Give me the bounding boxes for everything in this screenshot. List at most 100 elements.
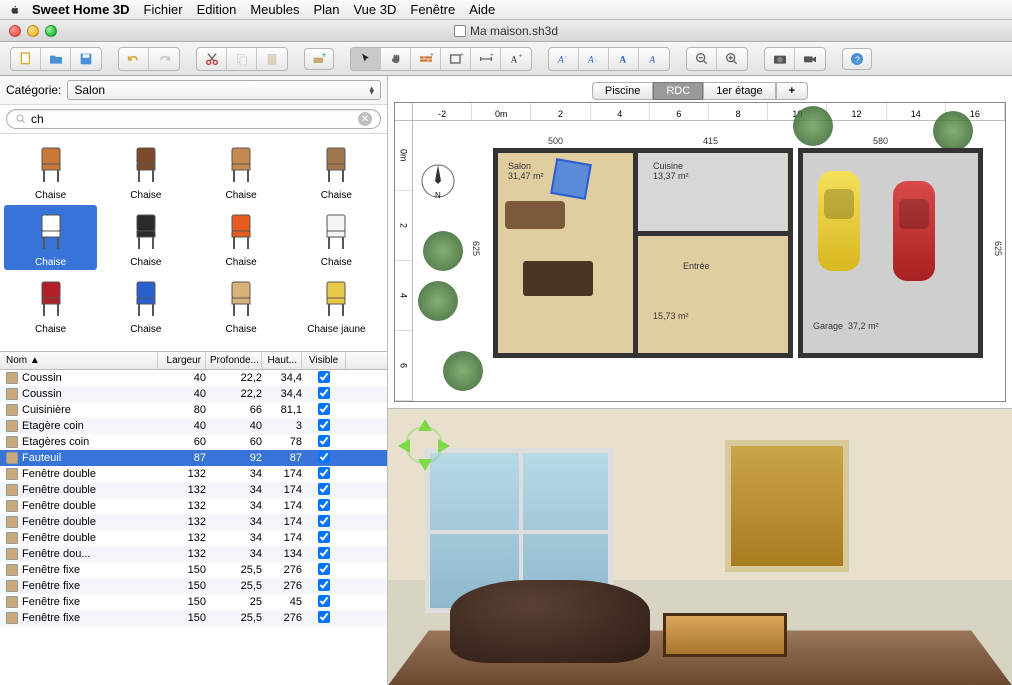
table-row[interactable]: Cuisinière 806681,1 bbox=[0, 402, 387, 418]
nav-left-icon[interactable] bbox=[398, 439, 410, 453]
zoom-in-button[interactable] bbox=[717, 48, 747, 70]
undo-button[interactable] bbox=[119, 48, 149, 70]
menu-aide[interactable]: Aide bbox=[469, 2, 495, 17]
menu-plan[interactable]: Plan bbox=[313, 2, 339, 17]
visible-checkbox[interactable] bbox=[318, 451, 330, 463]
search-input[interactable] bbox=[31, 112, 358, 126]
nav-pad[interactable] bbox=[396, 417, 452, 473]
help-button[interactable]: ? bbox=[842, 48, 872, 70]
nav-right-icon[interactable] bbox=[438, 439, 450, 453]
pan-tool[interactable] bbox=[381, 48, 411, 70]
table-row[interactable]: Coussin 4022,234,4 bbox=[0, 370, 387, 386]
table-row[interactable]: Fauteuil 879287 bbox=[0, 450, 387, 466]
table-row[interactable]: Fenêtre double 13234174 bbox=[0, 514, 387, 530]
catalog-item[interactable]: Chaise bbox=[99, 205, 192, 270]
table-row[interactable]: Fenêtre fixe 1502545 bbox=[0, 594, 387, 610]
visible-checkbox[interactable] bbox=[318, 467, 330, 479]
catalog-search[interactable]: ✕ bbox=[6, 109, 381, 129]
paste-button[interactable] bbox=[257, 48, 287, 70]
plan-view[interactable]: -20m246810121416 0m246 N bbox=[394, 102, 1006, 402]
visible-checkbox[interactable] bbox=[318, 419, 330, 431]
col-height[interactable]: Haut... bbox=[262, 352, 302, 369]
col-width[interactable]: Largeur bbox=[158, 352, 206, 369]
open-button[interactable] bbox=[41, 48, 71, 70]
col-visible[interactable]: Visible bbox=[302, 352, 346, 369]
visible-checkbox[interactable] bbox=[318, 499, 330, 511]
catalog-item[interactable]: Chaise bbox=[4, 272, 97, 337]
redo-button[interactable] bbox=[149, 48, 179, 70]
table-row[interactable]: Fenêtre fixe 15025,5276 bbox=[0, 562, 387, 578]
clear-search-icon[interactable]: ✕ bbox=[358, 112, 372, 126]
nav-down-icon[interactable] bbox=[418, 459, 432, 471]
catalog-item[interactable]: Chaise bbox=[290, 205, 383, 270]
visible-checkbox[interactable] bbox=[318, 531, 330, 543]
menu-fenetre[interactable]: Fenêtre bbox=[410, 2, 455, 17]
catalog-item[interactable]: Chaise bbox=[195, 138, 288, 203]
table-row[interactable]: Fenêtre double 13234174 bbox=[0, 530, 387, 546]
table-row[interactable]: Fenêtre fixe 15025,5276 bbox=[0, 578, 387, 594]
catalog-item[interactable]: Chaise bbox=[99, 138, 192, 203]
select-tool[interactable] bbox=[351, 48, 381, 70]
table-row[interactable]: Coussin 4022,234,4 bbox=[0, 386, 387, 402]
visible-checkbox[interactable] bbox=[318, 371, 330, 383]
catalog-item[interactable]: Chaise bbox=[290, 138, 383, 203]
tab-level[interactable]: RDC bbox=[653, 82, 703, 100]
table-row[interactable]: Fenêtre fixe 15025,5276 bbox=[0, 610, 387, 626]
selected-furniture[interactable] bbox=[550, 158, 592, 200]
tab-level[interactable]: Piscine bbox=[592, 82, 653, 100]
catalog-item[interactable]: Chaise bbox=[99, 272, 192, 337]
text-bold[interactable]: A bbox=[609, 48, 639, 70]
system-menubar: Sweet Home 3D Fichier Edition Meubles Pl… bbox=[0, 0, 1012, 20]
table-row[interactable]: Etagères coin 606078 bbox=[0, 434, 387, 450]
plan-canvas[interactable]: N bbox=[413, 121, 1005, 401]
menu-meubles[interactable]: Meubles bbox=[250, 2, 299, 17]
add-furniture-button[interactable]: + bbox=[304, 48, 334, 70]
photo-button[interactable] bbox=[765, 48, 795, 70]
table-row[interactable]: Fenêtre double 13234174 bbox=[0, 466, 387, 482]
catalog-item[interactable]: Chaise bbox=[4, 138, 97, 203]
visible-checkbox[interactable] bbox=[318, 595, 330, 607]
visible-checkbox[interactable] bbox=[318, 387, 330, 399]
visible-checkbox[interactable] bbox=[318, 579, 330, 591]
tab-add-level[interactable]: + bbox=[776, 82, 808, 100]
visible-checkbox[interactable] bbox=[318, 403, 330, 415]
tab-level[interactable]: 1er étage bbox=[703, 82, 775, 100]
table-row[interactable]: Fenêtre double 13234174 bbox=[0, 482, 387, 498]
dimension-tool[interactable]: + bbox=[471, 48, 501, 70]
menu-vue3d[interactable]: Vue 3D bbox=[353, 2, 396, 17]
category-select[interactable]: Salon ▴▾ bbox=[67, 80, 381, 100]
catalog-item[interactable]: Chaise bbox=[195, 205, 288, 270]
col-depth[interactable]: Profonde... bbox=[206, 352, 262, 369]
visible-checkbox[interactable] bbox=[318, 483, 330, 495]
menu-fichier[interactable]: Fichier bbox=[144, 2, 183, 17]
text-italic[interactable]: A bbox=[639, 48, 669, 70]
text-tool[interactable]: A+ bbox=[501, 48, 531, 70]
menu-edition[interactable]: Edition bbox=[197, 2, 237, 17]
document-title: Ma maison.sh3d bbox=[0, 24, 1012, 38]
table-row[interactable]: Etagère coin 40403 bbox=[0, 418, 387, 434]
catalog-item[interactable]: Chaise jaune bbox=[290, 272, 383, 337]
text-size-up[interactable]: A↑ bbox=[549, 48, 579, 70]
room-tool[interactable]: + bbox=[441, 48, 471, 70]
text-size-down[interactable]: A↓ bbox=[579, 48, 609, 70]
visible-checkbox[interactable] bbox=[318, 611, 330, 623]
new-button[interactable] bbox=[11, 48, 41, 70]
visible-checkbox[interactable] bbox=[318, 515, 330, 527]
cut-button[interactable] bbox=[197, 48, 227, 70]
video-button[interactable] bbox=[795, 48, 825, 70]
nav-up-icon[interactable] bbox=[418, 419, 432, 431]
col-name[interactable]: Nom ▲ bbox=[0, 352, 158, 369]
visible-checkbox[interactable] bbox=[318, 435, 330, 447]
furniture-thumb-icon bbox=[6, 548, 18, 560]
catalog-item[interactable]: Chaise bbox=[195, 272, 288, 337]
catalog-item[interactable]: Chaise bbox=[4, 205, 97, 270]
zoom-out-button[interactable] bbox=[687, 48, 717, 70]
copy-button[interactable] bbox=[227, 48, 257, 70]
table-row[interactable]: Fenêtre dou... 13234134 bbox=[0, 546, 387, 562]
visible-checkbox[interactable] bbox=[318, 547, 330, 559]
save-button[interactable] bbox=[71, 48, 101, 70]
wall-tool[interactable]: + bbox=[411, 48, 441, 70]
view-3d[interactable] bbox=[388, 409, 1012, 685]
visible-checkbox[interactable] bbox=[318, 563, 330, 575]
table-row[interactable]: Fenêtre double 13234174 bbox=[0, 498, 387, 514]
